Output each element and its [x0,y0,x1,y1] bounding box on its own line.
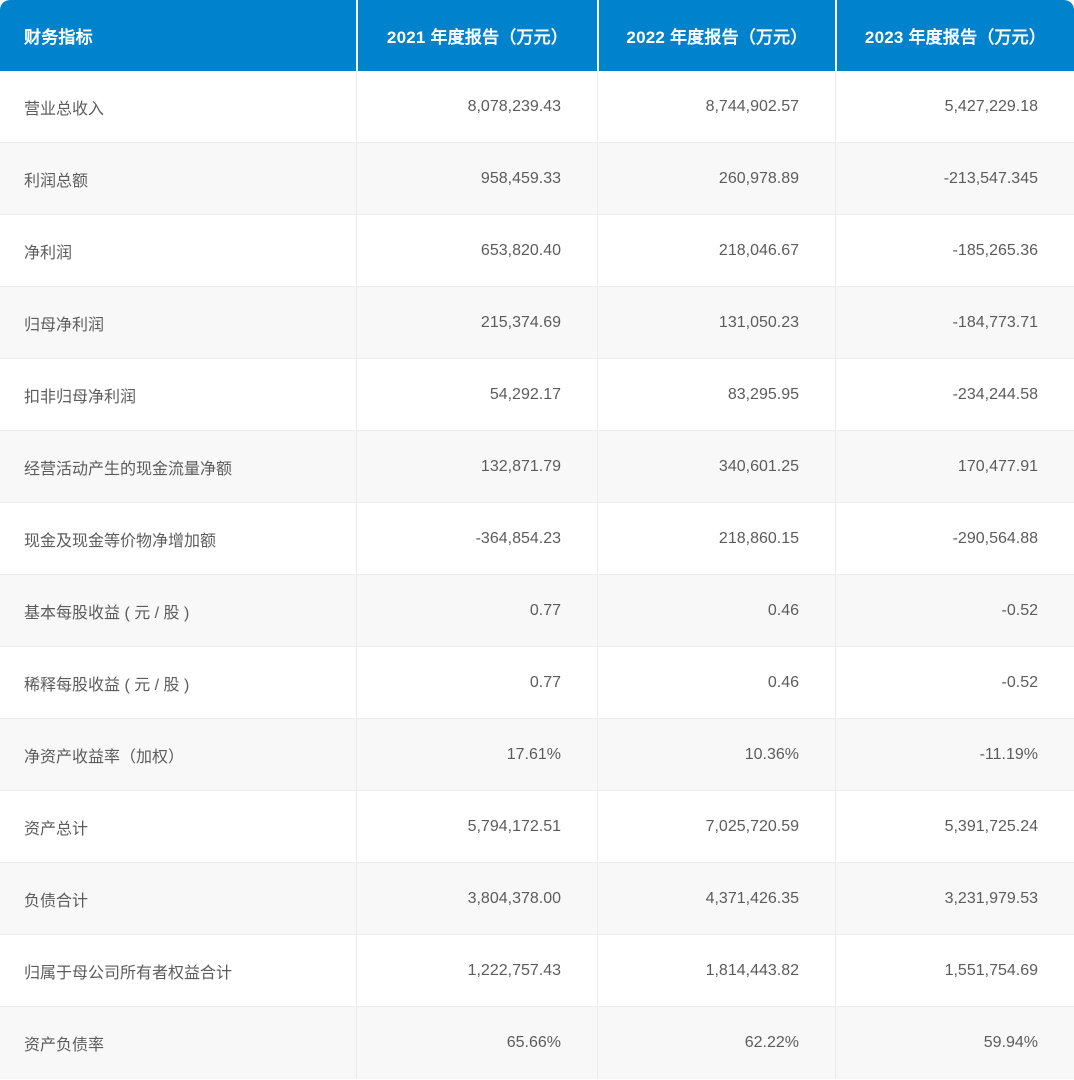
cell-2023: -234,244.58 [835,359,1074,430]
cell-2021: 132,871.79 [356,431,597,502]
cell-2022: 0.46 [597,647,835,718]
table-row: 净利润 653,820.40 218,046.67 -185,265.36 [0,215,1074,287]
table-row: 归属于母公司所有者权益合计 1,222,757.43 1,814,443.82 … [0,935,1074,1007]
cell-2023: 3,231,979.53 [835,863,1074,934]
cell-2022: 218,046.67 [597,215,835,286]
row-label: 净资产收益率（加权） [24,748,185,766]
header-cell-2021: 2021 年度报告（万元） [356,0,597,71]
cell-2021: 8,078,239.43 [356,71,597,142]
cell-2022: 131,050.23 [597,287,835,358]
cell-2021: 0.77 [356,647,597,718]
cell-2023: 5,391,725.24 [835,791,1074,862]
table-header-row: 财务指标 2021 年度报告（万元） 2022 年度报告（万元） 2023 年度… [0,0,1074,71]
cell-2021: 0.77 [356,575,597,646]
row-label: 营业总收入 [24,100,105,118]
row-label: 现金及现金等价物净增加额 [24,532,217,550]
cell-2021: 653,820.40 [356,215,597,286]
cell-2023: -184,773.71 [835,287,1074,358]
cell-2023: -0.52 [835,647,1074,718]
table-row: 资产总计 5,794,172.51 7,025,720.59 5,391,725… [0,791,1074,863]
table-row: 扣非归母净利润 54,292.17 83,295.95 -234,244.58 [0,359,1074,431]
row-label: 净利润 [24,244,73,262]
cell-2022: 83,295.95 [597,359,835,430]
row-label: 稀释每股收益 ( 元 / 股 ) [24,676,190,694]
cell-2021: 1,222,757.43 [356,935,597,1006]
cell-2023: -11.19% [835,719,1074,790]
table-row: 利润总额 958,459.33 260,978.89 -213,547.345 [0,143,1074,215]
cell-2021: 215,374.69 [356,287,597,358]
financial-indicators-table: 财务指标 2021 年度报告（万元） 2022 年度报告（万元） 2023 年度… [0,0,1074,1079]
row-label: 资产总计 [24,820,89,838]
table-row: 净资产收益率（加权） 17.61% 10.36% -11.19% [0,719,1074,791]
row-label: 经营活动产生的现金流量净额 [24,460,233,478]
row-label: 资产负债率 [24,1037,105,1054]
cell-2021: 958,459.33 [356,143,597,214]
table-row: 资产负债率 65.66% 62.22% 59.94% [0,1007,1074,1079]
cell-2023: 5,427,229.18 [835,71,1074,142]
cell-2022: 4,371,426.35 [597,863,835,934]
row-label: 负债合计 [24,892,89,910]
cell-2022: 340,601.25 [597,431,835,502]
table-row: 归母净利润 215,374.69 131,050.23 -184,773.71 [0,287,1074,359]
table-row: 基本每股收益 ( 元 / 股 ) 0.77 0.46 -0.52 [0,575,1074,647]
cell-2022: 10.36% [597,719,835,790]
cell-2022: 0.46 [597,575,835,646]
cell-2023: 170,477.91 [835,431,1074,502]
table-row: 稀释每股收益 ( 元 / 股 ) 0.77 0.46 -0.52 [0,647,1074,719]
cell-2022: 62.22% [597,1007,835,1079]
table-row: 现金及现金等价物净增加额 -364,854.23 218,860.15 -290… [0,503,1074,575]
cell-2021: 3,804,378.00 [356,863,597,934]
cell-2023: -290,564.88 [835,503,1074,574]
cell-2023: 59.94% [835,1007,1074,1079]
cell-2023: -213,547.345 [835,143,1074,214]
table-row: 经营活动产生的现金流量净额 132,871.79 340,601.25 170,… [0,431,1074,503]
table-row: 负债合计 3,804,378.00 4,371,426.35 3,231,979… [0,863,1074,935]
row-label: 基本每股收益 ( 元 / 股 ) [24,604,190,622]
cell-2021: -364,854.23 [356,503,597,574]
header-cell-2022: 2022 年度报告（万元） [597,0,835,71]
table-body: 营业总收入 8,078,239.43 8,744,902.57 5,427,22… [0,71,1074,1079]
row-label: 利润总额 [24,172,89,190]
cell-2022: 1,814,443.82 [597,935,835,1006]
row-label: 归母净利润 [24,316,105,334]
cell-2021: 17.61% [356,719,597,790]
header-cell-2023: 2023 年度报告（万元） [835,0,1074,71]
cell-2021: 5,794,172.51 [356,791,597,862]
cell-2023: -185,265.36 [835,215,1074,286]
cell-2022: 260,978.89 [597,143,835,214]
cell-2023: -0.52 [835,575,1074,646]
cell-2023: 1,551,754.69 [835,935,1074,1006]
row-label: 归属于母公司所有者权益合计 [24,964,233,982]
cell-2022: 7,025,720.59 [597,791,835,862]
cell-2022: 218,860.15 [597,503,835,574]
cell-2021: 65.66% [356,1007,597,1079]
cell-2022: 8,744,902.57 [597,71,835,142]
row-label: 扣非归母净利润 [24,388,137,406]
table-row: 营业总收入 8,078,239.43 8,744,902.57 5,427,22… [0,71,1074,143]
cell-2021: 54,292.17 [356,359,597,430]
header-cell-indicator: 财务指标 [0,0,356,71]
